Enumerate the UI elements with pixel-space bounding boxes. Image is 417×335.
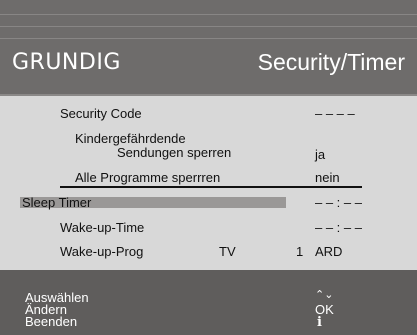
wake-time-value[interactable]: – – : – – bbox=[315, 220, 362, 235]
title-bar: GRUNDIG Security/Timer bbox=[0, 0, 417, 94]
child-block-value[interactable]: ja bbox=[315, 147, 325, 162]
header-stripe bbox=[0, 26, 417, 27]
help-bar: Auswählen Ändern Beenden ⌃⌄ OK i bbox=[0, 270, 417, 335]
header-stripe bbox=[0, 14, 417, 15]
header-stripe bbox=[0, 38, 417, 39]
security-code-label[interactable]: Security Code bbox=[60, 106, 142, 121]
lock-all-label[interactable]: Alle Programme sperrren bbox=[75, 170, 220, 185]
lock-all-value[interactable]: nein bbox=[315, 170, 340, 185]
wake-prog-label[interactable]: Wake-up-Prog bbox=[60, 244, 143, 259]
sleep-timer-value[interactable]: – – : – – bbox=[315, 195, 362, 210]
wake-prog-number[interactable]: 1 bbox=[296, 244, 303, 259]
help-exit-label: Beenden bbox=[25, 314, 78, 329]
wake-prog-source[interactable]: TV bbox=[219, 244, 236, 259]
menu-top-border bbox=[0, 94, 417, 96]
info-icon: i bbox=[317, 315, 322, 330]
screen-title: Security/Timer bbox=[257, 49, 405, 75]
wake-time-label[interactable]: Wake-up-Time bbox=[60, 220, 144, 235]
wake-prog-channel[interactable]: ARD bbox=[315, 244, 342, 259]
sleep-timer-label[interactable]: Sleep Timer bbox=[22, 195, 91, 210]
brand-logo: GRUNDIG bbox=[12, 50, 121, 75]
child-block-label-line2[interactable]: Sendungen sperren bbox=[117, 145, 231, 160]
up-down-arrows-icon: ⌃⌄ bbox=[315, 289, 334, 301]
child-block-label-line1[interactable]: Kindergefährdende bbox=[75, 131, 186, 146]
menu-divider bbox=[60, 186, 362, 188]
security-code-value[interactable]: – – – – bbox=[315, 106, 355, 121]
